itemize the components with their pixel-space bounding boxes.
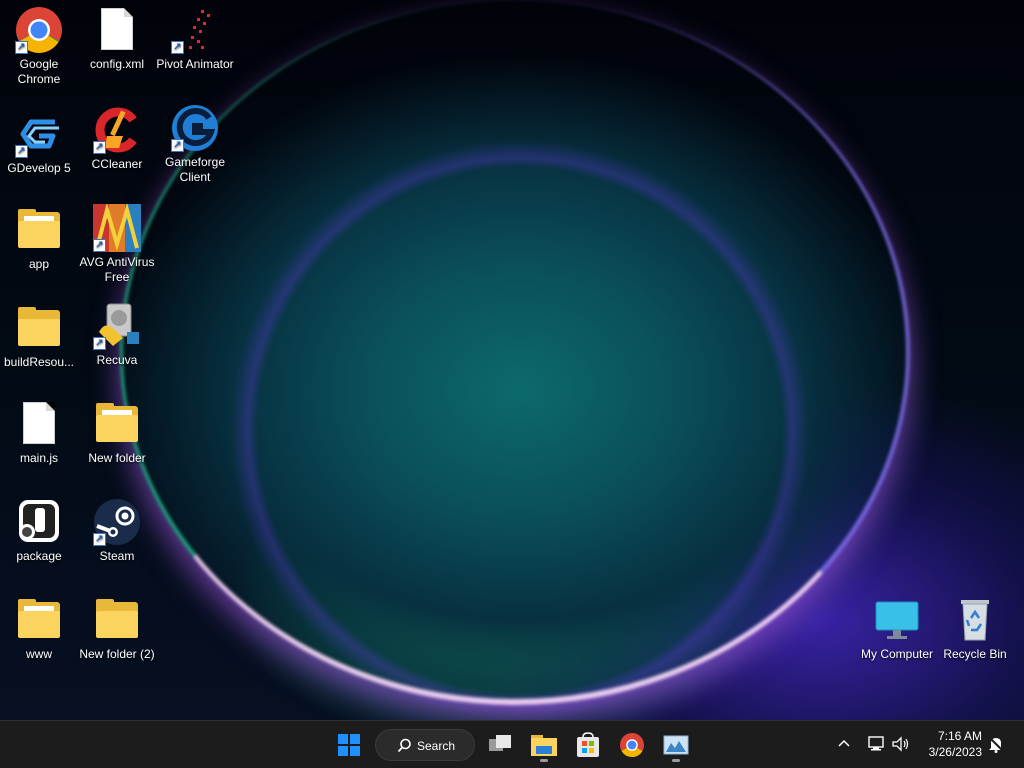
folder-icon: [15, 596, 63, 644]
chrome-icon: ↗: [15, 6, 63, 54]
icon-label: main.js: [19, 451, 58, 465]
desktop-icon-config-xml[interactable]: config.xml: [78, 6, 156, 72]
icon-label: app: [28, 257, 50, 271]
icon-label: Recuva: [96, 353, 138, 367]
file-explorer-taskbar-button[interactable]: [526, 727, 562, 763]
volume-icon: [892, 736, 909, 752]
search-icon: [397, 738, 411, 753]
file-icon: [15, 400, 63, 448]
avg-icon: ↗: [93, 202, 141, 252]
desktop-icon-recycle-bin[interactable]: Recycle Bin: [936, 596, 1014, 662]
icon-label: Google Chrome: [17, 57, 61, 86]
desktop-icon-pivot-animator[interactable]: ↗ Pivot Animator: [156, 6, 234, 72]
icon-label: New folder: [88, 451, 146, 465]
shortcut-arrow-icon: ↗: [15, 145, 28, 158]
icon-label: Pivot Animator: [156, 57, 234, 71]
desktop-icon-www[interactable]: www: [0, 596, 78, 662]
chrome-icon: [620, 733, 644, 758]
image-viewer-icon: [663, 735, 689, 755]
desktop-icon-main-js[interactable]: main.js: [0, 400, 78, 466]
chevron-up-icon: [838, 739, 850, 747]
shortcut-arrow-icon: ↗: [15, 41, 28, 54]
desktop-icon-avg[interactable]: ↗ AVG AntiVirus Free: [78, 202, 156, 285]
task-view-icon: [489, 735, 511, 751]
shortcut-arrow-icon: ↗: [93, 533, 106, 546]
desktop-icon-gameforge-client[interactable]: ↗ Gameforge Client: [156, 104, 234, 185]
package-icon: [15, 498, 63, 546]
recuva-icon: ↗: [93, 302, 141, 350]
network-icon: [868, 736, 884, 751]
folder-icon: [93, 400, 141, 448]
wallpaper-bloom: [120, 0, 910, 705]
shortcut-arrow-icon: ↗: [93, 239, 106, 252]
search-label: Search: [417, 739, 456, 753]
start-button[interactable]: [331, 727, 367, 763]
desktop-icon-gdevelop[interactable]: ↗ GDevelop 5: [0, 110, 78, 176]
show-hidden-icons-button[interactable]: [836, 735, 852, 756]
recycle-bin-icon: [951, 596, 999, 644]
steam-icon: ↗: [93, 498, 141, 546]
icon-label: package: [16, 549, 62, 563]
icon-label: AVG AntiVirus Free: [79, 255, 155, 284]
icon-label: Recycle Bin: [943, 647, 1007, 661]
shortcut-arrow-icon: ↗: [93, 141, 106, 154]
icon-label: Gameforge Client: [164, 155, 226, 184]
ccleaner-icon: ↗: [93, 106, 141, 154]
notifications-button[interactable]: [987, 735, 1005, 758]
shortcut-arrow-icon: ↗: [93, 337, 106, 350]
icon-label: buildResou...: [3, 355, 75, 369]
clock[interactable]: 7:16 AM 3/26/2023: [929, 728, 982, 760]
monitor-icon: [873, 596, 921, 644]
gameforge-icon: ↗: [171, 104, 219, 152]
icon-label: CCleaner: [91, 157, 143, 171]
icon-label: www: [26, 647, 52, 661]
folder-icon: [15, 206, 63, 254]
desktop-icon-google-chrome[interactable]: ↗ Google Chrome: [0, 6, 78, 87]
volume-button[interactable]: [891, 735, 911, 758]
clock-time: 7:16 AM: [937, 729, 982, 743]
desktop-icon-new-folder-2[interactable]: New folder (2): [78, 596, 156, 662]
windows-logo-icon: [338, 734, 360, 756]
desktop-icon-steam[interactable]: ↗ Steam: [78, 498, 156, 564]
desktop-icon-package[interactable]: package: [0, 498, 78, 564]
running-indicator: [672, 759, 680, 762]
photos-taskbar-button[interactable]: [658, 727, 694, 763]
running-indicator: [540, 759, 548, 762]
file-explorer-icon: [531, 735, 557, 756]
taskbar-search[interactable]: Search: [375, 729, 475, 761]
icon-label: config.xml: [89, 57, 145, 71]
pivot-animator-icon: ↗: [171, 6, 219, 54]
desktop-icon-recuva[interactable]: ↗ Recuva: [78, 302, 156, 368]
desktop-icon-my-computer[interactable]: My Computer: [858, 596, 936, 662]
folder-icon: [93, 596, 141, 644]
task-view-button[interactable]: [482, 727, 518, 763]
shortcut-arrow-icon: ↗: [171, 41, 184, 54]
gdevelop-icon: ↗: [15, 110, 63, 158]
desktop-icon-app[interactable]: app: [0, 206, 78, 272]
icon-label: My Computer: [860, 647, 934, 661]
clock-date: 3/26/2023: [928, 745, 982, 759]
icon-label: New folder (2): [79, 647, 155, 661]
shortcut-arrow-icon: ↗: [171, 139, 184, 152]
desktop-icon-ccleaner[interactable]: ↗ CCleaner: [78, 106, 156, 172]
microsoft-store-icon: [577, 732, 599, 757]
notification-bell-icon: [988, 736, 1004, 753]
chrome-taskbar-button[interactable]: [614, 727, 650, 763]
icon-label: Steam: [99, 549, 135, 563]
file-icon: [93, 6, 141, 54]
desktop-icon-new-folder[interactable]: New folder: [78, 400, 156, 466]
taskbar: Search 7:16 AM 3/26/2023: [0, 720, 1024, 768]
microsoft-store-taskbar-button[interactable]: [570, 727, 606, 763]
network-button[interactable]: [867, 735, 887, 758]
desktop-wallpaper[interactable]: ↗ Google Chrome ↗ GDevelop 5 app buildRe…: [0, 0, 1024, 720]
desktop-icon-buildresources[interactable]: buildResou...: [0, 304, 78, 370]
folder-icon: [15, 304, 63, 352]
icon-label: GDevelop 5: [7, 161, 71, 175]
